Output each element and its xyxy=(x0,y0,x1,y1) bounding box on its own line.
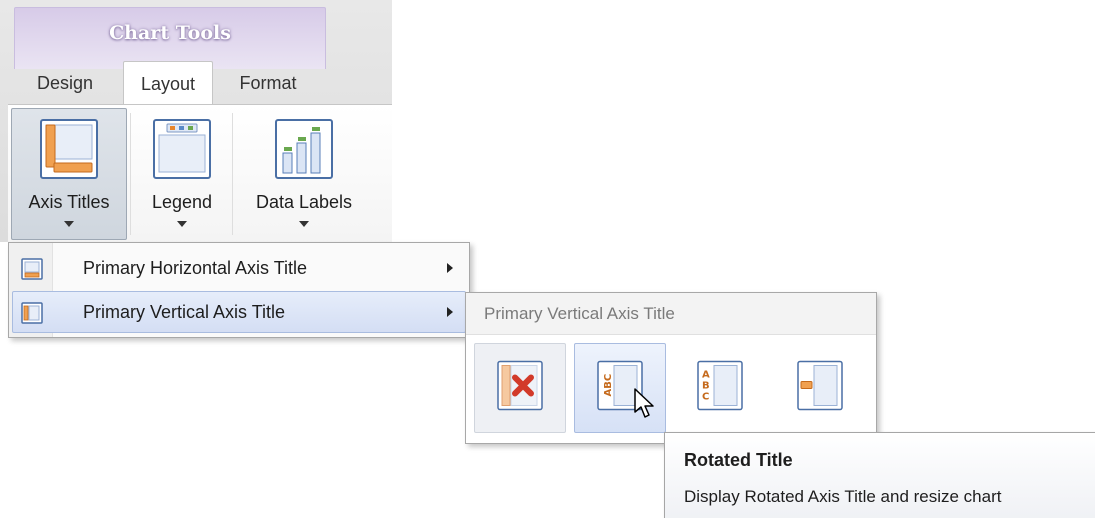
tooltip-description: Display Rotated Axis Title and resize ch… xyxy=(684,487,1002,506)
gallery-item-none[interactable] xyxy=(474,343,566,433)
axis-titles-label: Axis Titles xyxy=(28,192,110,212)
menu-item-primary-horizontal-axis-title[interactable]: Primary Horizontal Axis Title xyxy=(12,247,466,289)
svg-text:B: B xyxy=(702,381,710,392)
gallery-item-horizontal-title[interactable] xyxy=(774,343,866,433)
chevron-down-icon xyxy=(299,221,309,227)
axis-titles-icon xyxy=(40,119,98,184)
axis-titles-menu: Primary Horizontal Axis Title Primary Ve… xyxy=(8,242,470,338)
data-labels-label: Data Labels xyxy=(255,192,353,212)
none-title-icon xyxy=(497,360,543,416)
divider xyxy=(130,113,131,235)
chevron-right-icon xyxy=(447,307,453,317)
gallery-item-vertical-title[interactable]: A B C xyxy=(674,343,766,433)
tooltip: Rotated Title Display Rotated Axis Title… xyxy=(664,432,1095,518)
tooltip-title: Rotated Title xyxy=(684,450,793,470)
gallery-title: Primary Vertical Axis Title xyxy=(484,304,675,323)
layout-panel: Axis Titles Legend Data Labels xyxy=(8,104,392,242)
ribbon: Chart Tools Design Layout Format Axis Ti… xyxy=(0,0,392,242)
mouse-cursor-icon xyxy=(634,388,656,427)
horizontal-axis-title-icon xyxy=(21,258,43,285)
svg-text:A: A xyxy=(702,370,710,381)
vertical-axis-title-icon xyxy=(21,302,43,329)
menu-item-label: Primary Horizontal Axis Title xyxy=(83,258,308,278)
tab-design[interactable]: Design xyxy=(20,63,110,103)
chart-tools-context-header: Chart Tools xyxy=(14,7,326,69)
legend-button[interactable]: Legend xyxy=(135,108,229,240)
data-labels-button[interactable]: Data Labels xyxy=(234,108,374,240)
horizontal-title-icon xyxy=(797,360,843,416)
chevron-down-icon xyxy=(177,221,187,227)
divider xyxy=(232,113,233,235)
gallery-header: Primary Vertical Axis Title xyxy=(466,293,876,335)
menu-item-label: Primary Vertical Axis Title xyxy=(83,302,286,322)
tab-layout[interactable]: Layout xyxy=(123,61,213,105)
svg-text:ABC: ABC xyxy=(603,374,614,397)
axis-titles-button[interactable]: Axis Titles xyxy=(11,108,127,240)
chevron-right-icon xyxy=(447,263,453,273)
vertical-title-icon: A B C xyxy=(697,360,743,416)
vertical-axis-title-gallery: Primary Vertical Axis Title ABC A B C xyxy=(465,292,877,444)
chevron-down-icon xyxy=(64,221,74,227)
legend-icon xyxy=(153,119,211,184)
data-labels-icon xyxy=(275,119,333,184)
chart-tools-title: Chart Tools xyxy=(109,22,231,44)
legend-label: Legend xyxy=(151,192,213,212)
tab-format[interactable]: Format xyxy=(228,63,308,103)
menu-item-primary-vertical-axis-title[interactable]: Primary Vertical Axis Title xyxy=(12,291,466,333)
svg-text:C: C xyxy=(702,392,709,403)
